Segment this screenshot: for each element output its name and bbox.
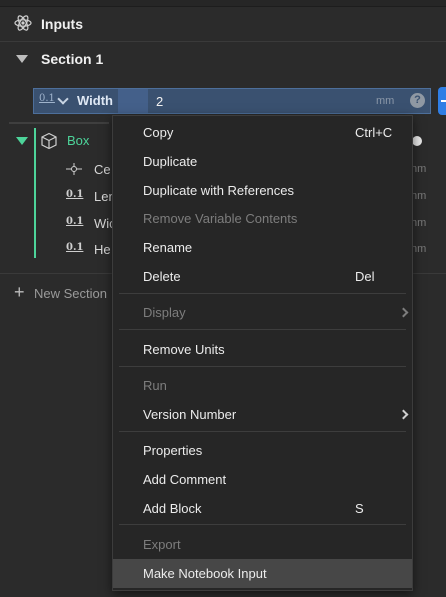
menu-item-label: Version Number	[143, 407, 237, 422]
input-name[interactable]: Width	[77, 93, 113, 108]
menu-item-version-number[interactable]: Version Number	[113, 400, 412, 429]
menu-separator	[119, 329, 406, 330]
menu-item-label: Add Block	[143, 501, 202, 516]
menu-item-rename[interactable]: Rename	[113, 233, 412, 262]
chevron-down-icon[interactable]	[57, 93, 69, 105]
menu-item-copy[interactable]: Copy Ctrl+C	[113, 118, 412, 147]
inputs-title: Inputs	[41, 16, 83, 32]
center-point-icon	[66, 163, 82, 175]
menu-item-export[interactable]: Export	[113, 530, 412, 559]
number-type-icon: 0.1	[66, 216, 84, 227]
menu-item-delete[interactable]: Delete Del	[113, 262, 412, 291]
menu-item-label: Make Notebook Input	[143, 566, 267, 581]
menu-item-remove-units[interactable]: Remove Units	[113, 335, 412, 364]
menu-item-label: Rename	[143, 240, 193, 255]
menu-item-properties[interactable]: Properties	[113, 436, 412, 465]
collapse-triangle-icon[interactable]	[16, 137, 28, 145]
menu-item-shortcut: Ctrl+C	[355, 125, 393, 140]
menu-item-shortcut: S	[355, 501, 364, 516]
menu-item-duplicate[interactable]: Duplicate	[113, 147, 412, 176]
menu-separator	[119, 366, 406, 367]
input-name-divider	[118, 89, 148, 113]
minus-icon	[441, 100, 446, 102]
number-type-icon: 0.1	[66, 242, 84, 253]
chevron-right-icon	[398, 307, 409, 318]
menu-item-label: Remove Variable Contents	[143, 211, 298, 226]
help-icon[interactable]: ?	[410, 93, 425, 108]
number-type-icon[interactable]: 0.1	[39, 93, 55, 104]
section-1-header[interactable]: Section 1	[0, 42, 446, 76]
menu-separator	[119, 431, 406, 432]
box-input-unit: nm	[411, 163, 427, 175]
menu-item-label: Duplicate	[143, 154, 198, 169]
divider	[9, 122, 109, 124]
menu-item-label: Display	[143, 305, 186, 320]
cube-icon	[41, 132, 57, 150]
atom-gear-icon	[14, 15, 32, 31]
box-input-unit: nm	[411, 243, 427, 255]
menu-item-label: Add Comment	[143, 472, 227, 487]
box-block-title[interactable]: Box	[67, 133, 89, 148]
menu-item-add-block[interactable]: Add Block S	[113, 494, 412, 523]
collapse-triangle-icon[interactable]	[16, 55, 28, 63]
width-input-row[interactable]: 0.1 Width 2 mm ?	[33, 88, 431, 114]
box-input-unit: nm	[411, 217, 427, 229]
menu-item-label: Remove Units	[143, 342, 225, 357]
menu-item-remove-variable-contents[interactable]: Remove Variable Contents	[113, 204, 412, 233]
menu-separator	[119, 524, 406, 525]
input-value-field[interactable]: 2	[156, 94, 163, 109]
menu-item-label: Delete	[143, 269, 181, 284]
menu-item-label: Export	[143, 537, 181, 552]
menu-item-shortcut: Del	[355, 269, 375, 284]
menu-separator	[119, 293, 406, 294]
new-section-label: New Section	[34, 286, 107, 301]
number-type-icon: 0.1	[66, 189, 84, 200]
inputs-header[interactable]: Inputs	[0, 6, 446, 42]
box-input-label: Ce	[94, 162, 111, 177]
menu-item-make-notebook-input[interactable]: Make Notebook Input	[113, 559, 412, 588]
menu-item-display[interactable]: Display	[113, 298, 412, 327]
input-unit: mm	[376, 95, 395, 107]
menu-item-label: Duplicate with References	[143, 183, 295, 198]
menu-item-duplicate-with-references[interactable]: Duplicate with References	[113, 176, 412, 205]
menu-item-label: Properties	[143, 443, 203, 458]
box-input-label: He	[94, 242, 111, 257]
section-title: Section 1	[41, 51, 104, 67]
visibility-toggle-icon[interactable]	[412, 136, 422, 146]
plus-icon: +	[14, 282, 25, 302]
chevron-right-icon	[398, 409, 409, 420]
menu-item-label: Copy	[143, 125, 174, 140]
menu-item-run[interactable]: Run	[113, 371, 412, 400]
menu-item-add-comment[interactable]: Add Comment	[113, 465, 412, 494]
menu-item-label: Run	[143, 378, 167, 393]
context-menu: Copy Ctrl+C Duplicate Duplicate with Ref…	[112, 115, 413, 591]
box-input-unit: nm	[411, 190, 427, 202]
